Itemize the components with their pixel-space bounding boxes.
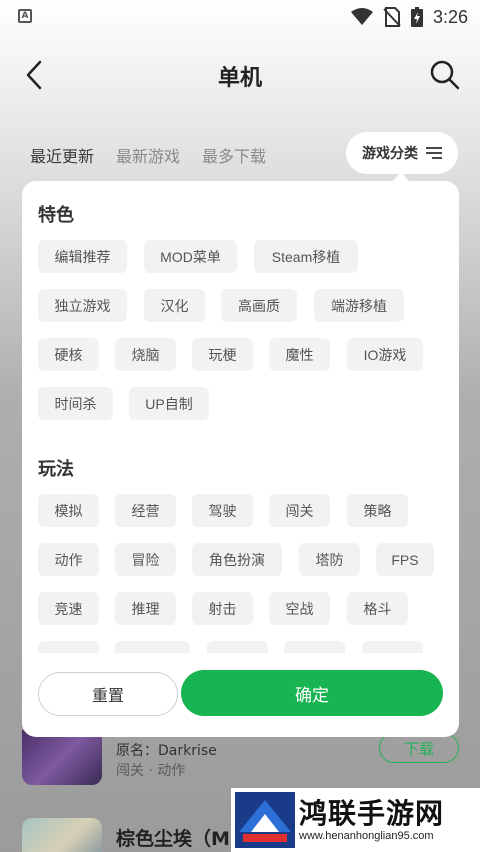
- tag-air-combat[interactable]: 空战: [269, 592, 330, 625]
- tag-io-games[interactable]: IO游戏: [347, 338, 423, 371]
- tag-partial[interactable]: [284, 641, 345, 653]
- game-thumbnail-2[interactable]: [22, 818, 102, 852]
- tag-partial[interactable]: [207, 641, 268, 653]
- search-button[interactable]: [428, 58, 462, 92]
- tag-levels[interactable]: 闯关: [269, 494, 330, 527]
- tag-partial[interactable]: [362, 641, 423, 653]
- header: 单机: [0, 50, 480, 100]
- status-icons: 3:26: [350, 5, 468, 29]
- tag-partial[interactable]: [115, 641, 190, 653]
- download-button[interactable]: 下载: [379, 733, 459, 763]
- game-thumbnail[interactable]: [22, 730, 102, 785]
- tag-indie[interactable]: 独立游戏: [38, 289, 127, 322]
- search-icon: [430, 60, 460, 90]
- battery-icon: [410, 7, 423, 27]
- tag-fps[interactable]: FPS: [376, 543, 434, 576]
- app-notification-icon: A: [18, 9, 32, 23]
- tag-localized[interactable]: 汉化: [144, 289, 205, 322]
- watermark-url: www.henanhonglian95.com: [299, 830, 434, 842]
- tag-shooter[interactable]: 射击: [192, 592, 253, 625]
- tag-high-quality[interactable]: 高画质: [221, 289, 297, 322]
- tag-action[interactable]: 动作: [38, 543, 99, 576]
- sort-tabs: 最近更新 最新游戏 最多下载: [30, 140, 266, 170]
- tag-driving[interactable]: 驾驶: [192, 494, 253, 527]
- reset-button[interactable]: 重置: [38, 672, 178, 716]
- tag-quirky[interactable]: 魔性: [269, 338, 330, 371]
- tag-rpg[interactable]: 角色扮演: [192, 543, 282, 576]
- tag-editor-pick[interactable]: 编辑推荐: [38, 240, 127, 273]
- game-tags: 闯关 · 动作: [116, 763, 186, 779]
- tag-mod-menu[interactable]: MOD菜单: [144, 240, 237, 273]
- wifi-icon: [350, 8, 373, 25]
- watermark-text: 鸿联手游网 www.henanhonglian95.com: [299, 797, 445, 843]
- tag-partial[interactable]: [38, 641, 99, 653]
- watermark-logo: [235, 792, 295, 848]
- tag-mystery[interactable]: 推理: [115, 592, 176, 625]
- section-title-features: 特色: [38, 205, 74, 226]
- tag-adventure[interactable]: 冒险: [115, 543, 176, 576]
- game-original-name: 原名：Darkrise: [116, 743, 217, 759]
- tag-brain-burning[interactable]: 烧脑: [115, 338, 176, 371]
- section-title-gameplay: 玩法: [38, 459, 74, 480]
- tag-racing[interactable]: 竞速: [38, 592, 99, 625]
- tag-strategy[interactable]: 策略: [347, 494, 408, 527]
- site-watermark: 鸿联手游网 www.henanhonglian95.com: [231, 788, 480, 852]
- tab-most-downloads[interactable]: 最多下载: [202, 143, 266, 167]
- no-sim-icon: [383, 7, 401, 27]
- tag-steam-port[interactable]: Steam移植: [254, 240, 358, 273]
- game-category-button[interactable]: 游戏分类: [346, 132, 458, 174]
- page-title: 单机: [217, 66, 262, 91]
- filter-lines-icon: [426, 147, 442, 159]
- tag-meme[interactable]: 玩梗: [192, 338, 253, 371]
- tag-tower-defense[interactable]: 塔防: [299, 543, 360, 576]
- tab-recent-update[interactable]: 最近更新: [30, 143, 95, 167]
- tag-fighting[interactable]: 格斗: [347, 592, 408, 625]
- confirm-button[interactable]: 确定: [181, 670, 443, 716]
- tag-up-made[interactable]: UP自制: [129, 387, 209, 420]
- status-bar: A 3:26: [0, 0, 480, 34]
- tag-management[interactable]: 经营: [115, 494, 176, 527]
- tag-simulation[interactable]: 模拟: [38, 494, 99, 527]
- game-name[interactable]: 棕色尘埃（M: [116, 824, 230, 851]
- tag-hardcore[interactable]: 硬核: [38, 338, 99, 371]
- category-filter-panel: 特色 编辑推荐 MOD菜单 Steam移植 独立游戏 汉化 高画质 端游移植 硬…: [22, 181, 459, 737]
- watermark-title: 鸿联手游网: [299, 797, 445, 830]
- status-time: 3:26: [432, 6, 468, 27]
- game-category-label: 游戏分类: [362, 146, 418, 162]
- tag-time-killer[interactable]: 时间杀: [38, 387, 113, 420]
- tag-pc-port[interactable]: 端游移植: [314, 289, 404, 322]
- tab-newest-games[interactable]: 最新游戏: [116, 143, 180, 167]
